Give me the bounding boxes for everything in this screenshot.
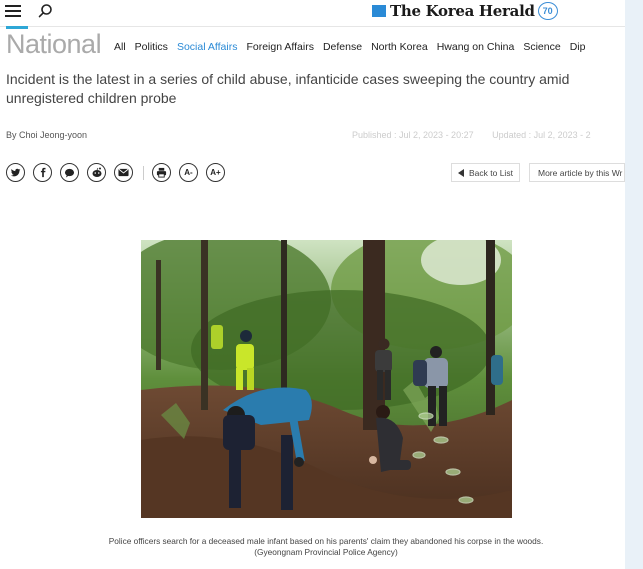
updated-date: Updated : Jul 2, 2023 - 2 [492,130,591,140]
font-increase-button[interactable]: A+ [206,163,225,182]
nav-item-diplomatic[interactable]: Dip [570,41,586,53]
brand-mark [372,5,386,17]
anniversary-badge: 70 [537,2,558,20]
page-scroll-edge[interactable] [625,0,643,569]
section-header: National All Politics Social Affairs For… [0,26,625,66]
nav-item-foreign-affairs[interactable]: Foreign Affairs [246,41,314,53]
more-by-writer-button[interactable]: More article by this Wr [529,163,625,182]
back-arrow-icon [458,168,464,177]
back-to-list-label: Back to List [469,167,513,178]
facebook-icon[interactable] [33,163,52,182]
top-bar: The Korea Herald 70 [0,0,643,26]
email-icon[interactable] [114,163,133,182]
font-decrease-button[interactable]: A- [179,163,198,182]
nav-item-hwang-on-china[interactable]: Hwang on China [437,41,515,53]
published-date: Published : Jul 2, 2023 - 20:27 [352,130,474,140]
article-photo[interactable] [141,240,512,518]
photo-caption: Police officers search for a deceased ma… [108,536,544,557]
article-dates: Published : Jul 2, 2023 - 20:27 Updated … [352,130,607,140]
section-title[interactable]: National [6,29,102,60]
menu-icon[interactable] [5,5,21,17]
forest-search-image [141,240,512,518]
nav-item-science[interactable]: Science [523,41,560,53]
section-nav: All Politics Social Affairs Foreign Affa… [114,41,594,53]
nav-item-social-affairs[interactable]: Social Affairs [177,41,238,53]
article-headline: Incident is the latest in a series of ch… [6,71,570,106]
nav-item-all[interactable]: All [114,41,126,53]
nav-item-north-korea[interactable]: North Korea [371,41,428,53]
share-toolbar: A- A+ [6,163,233,182]
nav-item-politics[interactable]: Politics [135,41,168,53]
brand-name: The Korea Herald [390,2,535,20]
print-icon[interactable] [152,163,171,182]
nav-item-defense[interactable]: Defense [323,41,362,53]
brand-logo[interactable]: The Korea Herald 70 [372,1,558,21]
search-icon[interactable] [37,3,53,19]
reddit-icon[interactable] [87,163,106,182]
back-to-list-button[interactable]: Back to List [451,163,520,182]
twitter-icon[interactable] [6,163,25,182]
toolbar-divider [143,165,144,180]
kakaotalk-icon[interactable] [60,163,79,182]
article-byline[interactable]: By Choi Jeong-yoon [6,130,87,140]
